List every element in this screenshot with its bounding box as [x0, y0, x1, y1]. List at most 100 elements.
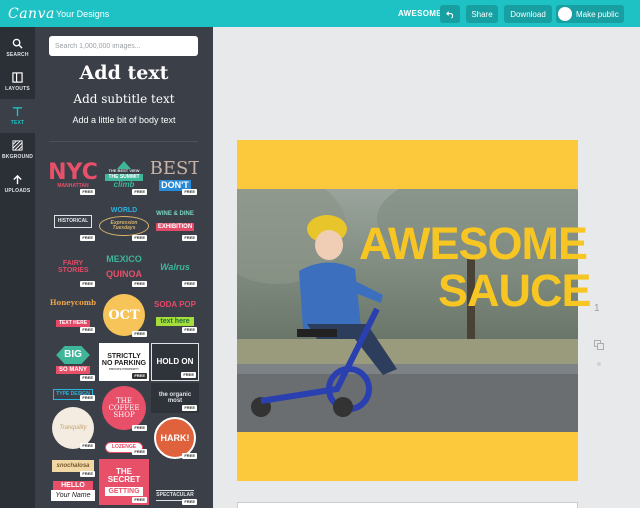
text-template-strictly[interactable]: STRICTLY NO PARKING PRIVATE PROPERTY FRE… [99, 343, 149, 381]
free-badge: FREE [80, 395, 95, 401]
undo-icon [445, 10, 453, 19]
text-template-honeycomb[interactable]: Honeycomb TEXT HERE FREE [49, 291, 97, 335]
delete-page-icon[interactable] [597, 362, 601, 366]
text-template-nyc[interactable]: NYC MANHATTAN FREE [49, 153, 97, 197]
rail-label-search: SEARCH [6, 52, 29, 58]
text-template-best-view[interactable]: THE BEST VIEW THE SUMMIT climb FREE [99, 153, 149, 197]
text-template-coffee[interactable]: THE COFFEE SHOP FREE [99, 383, 149, 433]
rail-item-background[interactable]: BKGROUND [0, 133, 35, 167]
make-public-label: Make public [576, 9, 619, 19]
free-badge: FREE [132, 449, 147, 455]
free-badge: FREE [132, 189, 147, 195]
text-template-walrus[interactable]: Walrus FREE [151, 245, 199, 289]
text-template-soda[interactable]: SODA POP text here FREE [151, 291, 199, 335]
free-badge: FREE [80, 471, 95, 477]
text-template-spectacular[interactable]: SPECTACULAR FREE [151, 463, 199, 507]
rail-label-text: TEXT [10, 120, 25, 126]
tile-text: HELLO [53, 481, 93, 490]
tile-text: QUINOA [106, 269, 142, 279]
left-rail: SEARCH LAYOUTS TEXT BKGROUND UPLOADS [0, 27, 35, 508]
tile-text: SO MANY [55, 366, 90, 374]
free-badge: FREE [182, 405, 197, 411]
text-template-secret[interactable]: THE SECRET GETTING FREE [99, 459, 149, 505]
tile-text: FAIRY STORIES [58, 260, 89, 274]
tile-text: the organic most [158, 392, 192, 404]
free-badge: FREE [182, 189, 197, 195]
text-template-wine[interactable]: WINE & DINE EXHIBITION FREE [151, 199, 199, 243]
layouts-icon [12, 72, 23, 83]
share-button[interactable]: Share [466, 5, 498, 23]
tile-text: HISTORICAL [53, 214, 93, 228]
text-template-type-design[interactable]: TYPE DESIGN FREE [49, 385, 97, 403]
text-template-snochalosa[interactable]: snochalosa FREE [49, 453, 97, 479]
free-badge: FREE [132, 235, 147, 241]
text-panel: Add text Add subtitle text Add a little … [35, 27, 213, 508]
headline-awesome[interactable]: AWESOME [359, 218, 588, 270]
make-public-button[interactable]: Make public [556, 5, 624, 23]
headline-sauce[interactable]: SAUCE [438, 265, 592, 317]
tile-text: NO PARKING [101, 360, 147, 367]
text-template-oct[interactable]: OCT FREE [99, 291, 149, 339]
free-badge: FREE [181, 372, 196, 378]
top-bar: Canva Your Designs AWESOME Share Downloa… [0, 0, 640, 27]
text-template-best[interactable]: BEST DON'T FREE [151, 153, 199, 197]
tile-text: OCT [103, 294, 145, 336]
text-template-fairy[interactable]: FAIRY STORIES FREE [49, 245, 97, 289]
rail-label-uploads: UPLOADS [4, 188, 31, 194]
duplicate-page-icon[interactable] [594, 340, 604, 350]
tile-text: NYC [49, 159, 97, 185]
tile-text: MEXICO [106, 254, 142, 264]
free-badge: FREE [132, 281, 147, 287]
tile-text: BIG [56, 346, 90, 364]
tile-text: Walrus [160, 261, 190, 272]
rail-label-layouts: LAYOUTS [5, 86, 30, 92]
tile-text: Expression Tuesdays [99, 215, 149, 236]
rail-item-text[interactable]: TEXT [0, 99, 35, 133]
text-template-hark[interactable]: HARK! FREE [151, 415, 199, 461]
upload-icon [13, 174, 22, 185]
text-template-hello[interactable]: HELLO Your Name [49, 481, 97, 508]
tile-text: MANHATTAN [57, 182, 89, 189]
text-template-world[interactable]: WORLD Expression Tuesdays FREE [99, 199, 149, 243]
tile-text: THE SECRET [107, 467, 141, 484]
canva-logo[interactable]: Canva [8, 6, 55, 22]
rail-label-background: BKGROUND [1, 154, 34, 160]
text-template-organic[interactable]: the organic most FREE [151, 383, 199, 413]
text-template-historical[interactable]: HISTORICAL FREE [49, 199, 97, 243]
add-body-text-button[interactable]: Add a little bit of body text [35, 115, 213, 125]
background-icon [12, 140, 23, 151]
panel-divider [49, 141, 198, 142]
text-template-hold-on[interactable]: HOLD ON FREE [151, 343, 199, 381]
tile-text: THE BEST VIEW [108, 168, 140, 173]
tile-text: Honeycomb [49, 298, 97, 307]
free-badge: FREE [80, 281, 95, 287]
rail-item-search[interactable]: SEARCH [0, 31, 35, 65]
avatar [558, 7, 572, 21]
tile-text: Your Name [51, 490, 95, 501]
free-badge: FREE [182, 499, 197, 505]
tile-text: WINE & DINE [156, 211, 194, 217]
your-designs-link[interactable]: Your Designs [56, 9, 109, 19]
rail-item-uploads[interactable]: UPLOADS [0, 167, 35, 201]
download-button[interactable]: Download [504, 5, 552, 23]
text-template-mexico[interactable]: MEXICO QUINOA FREE [99, 245, 149, 289]
document-title[interactable]: AWESOME [398, 9, 442, 18]
next-page[interactable] [237, 502, 578, 508]
search-input[interactable] [49, 36, 198, 56]
free-badge: FREE [132, 497, 147, 503]
free-badge: FREE [182, 281, 197, 287]
tile-text: EXHIBITION [155, 223, 195, 231]
free-badge: FREE [80, 375, 95, 381]
rail-item-layouts[interactable]: LAYOUTS [0, 65, 35, 99]
add-heading-button[interactable]: Add text [35, 62, 213, 84]
undo-button[interactable] [440, 5, 460, 23]
text-template-tranquility[interactable]: Tranquility FREE [49, 405, 97, 451]
free-badge: FREE [132, 331, 147, 337]
text-template-big[interactable]: BIG SO MANY FREE [49, 337, 97, 383]
text-template-lozenge[interactable]: LOZENGE FREE [99, 437, 149, 457]
free-badge: FREE [80, 327, 95, 333]
tile-text: THE COFFEE SHOP [102, 386, 146, 430]
add-subtitle-button[interactable]: Add subtitle text [35, 92, 213, 106]
tile-text: GETTING [105, 487, 143, 496]
search-icon [12, 38, 23, 49]
